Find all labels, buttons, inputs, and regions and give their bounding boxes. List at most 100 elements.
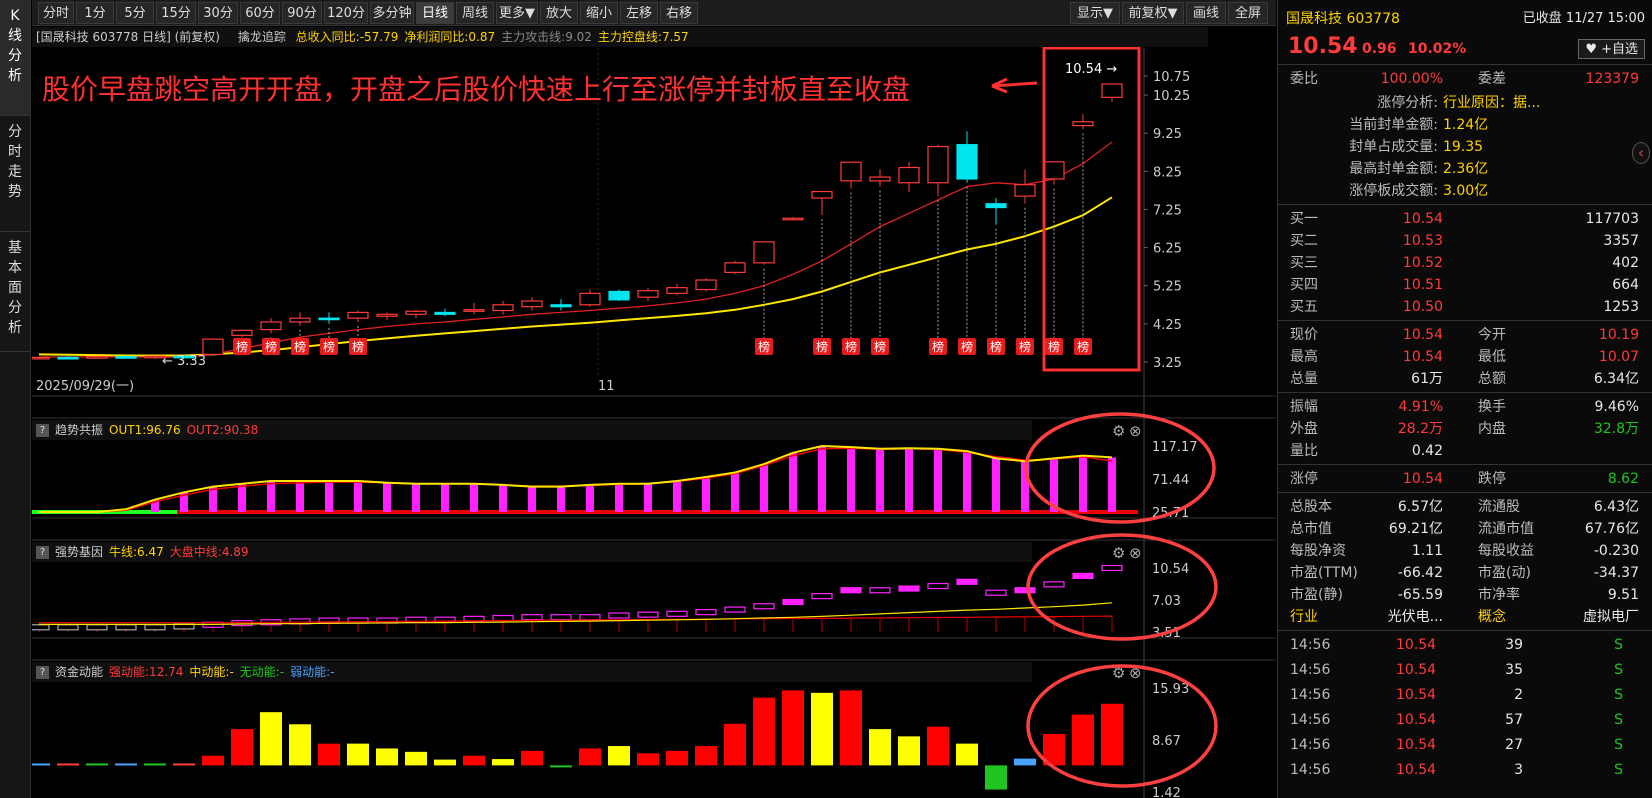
sub-panel-value: 牛线:6.47 — [109, 545, 164, 559]
toolbar-right-button-1[interactable]: 前复权▼ — [1122, 2, 1184, 24]
view-tab-char: 线 — [8, 28, 22, 44]
tick-volume: 35 — [1505, 662, 1523, 678]
sub-y-tick-label: 15.93 — [1152, 682, 1189, 697]
period-button-15[interactable]: 右移 — [660, 2, 698, 24]
gene-bar — [1101, 564, 1123, 572]
fundamental-row: 总市值 69.21亿 流通市值 67.76亿 — [1278, 518, 1652, 540]
add-watchlist-button[interactable]: ♥ +自选 — [1578, 39, 1645, 59]
period-button-13[interactable]: 缩小 — [580, 2, 618, 24]
toolbar-right-button-2[interactable]: 画线 — [1186, 2, 1226, 24]
quote-label: 内盘 — [1478, 421, 1506, 437]
tick-side: S — [1614, 712, 1623, 728]
view-tab-char: 析 — [8, 320, 22, 336]
gene-bar — [985, 589, 1007, 596]
bang-marker-label: 榜 — [932, 339, 944, 354]
annotation-text: 股价早盘跳空高开开盘，开盘之后股价快速上行至涨停并封板直至收盘 — [42, 73, 911, 106]
settings-gear-icon[interactable]: ⚙ — [1112, 422, 1125, 440]
y-tick-label: 4.25 — [1153, 318, 1182, 333]
candle[interactable] — [32, 356, 50, 360]
fundamental-label: 市盈(动) — [1478, 565, 1531, 581]
period-button-1[interactable]: 1分 — [76, 2, 114, 24]
period-button-11[interactable]: 更多▼ — [496, 2, 538, 24]
price-row: 10.54 0.96 10.02% ♥ +自选 — [1278, 36, 1652, 60]
quote-row: 总量 61万 总额 6.34亿 — [1278, 368, 1652, 390]
gene-bar — [57, 624, 79, 631]
y-tick-label: 7.25 — [1153, 203, 1182, 218]
bang-marker-label: 榜 — [874, 339, 886, 354]
trend-bar — [847, 447, 855, 512]
help-icon[interactable]: ? — [36, 666, 49, 679]
period-button-10[interactable]: 周线 — [456, 2, 494, 24]
period-button-4[interactable]: 30分 — [198, 2, 238, 24]
collapse-panel-icon[interactable]: ‹ — [1632, 142, 1650, 164]
bang-marker-label: 榜 — [816, 339, 828, 354]
weibi-value: 100.00% — [1380, 71, 1443, 87]
period-button-0[interactable]: 分时 — [38, 2, 74, 24]
tick-price: 10.54 — [1396, 712, 1437, 728]
limit-analysis-value: 2.36亿 — [1443, 161, 1489, 177]
limit-analysis-label: 涨停分析: — [1377, 95, 1438, 111]
quote-value: 10.07 — [1598, 349, 1639, 365]
tick-price: 10.54 — [1396, 687, 1437, 703]
toolbar-right-button-0[interactable]: 显示▼ — [1070, 2, 1120, 24]
candle[interactable] — [724, 260, 746, 275]
limit-price-row: 涨停 10.54 跌停 8.62 — [1278, 468, 1652, 490]
tick-price: 10.54 — [1396, 637, 1437, 653]
help-icon[interactable]: ? — [36, 546, 49, 559]
period-button-2[interactable]: 5分 — [116, 2, 154, 24]
candle[interactable] — [202, 338, 224, 356]
flow-bar — [405, 751, 427, 766]
period-button-3[interactable]: 15分 — [156, 2, 196, 24]
limit-analysis-value: 19.35 — [1443, 139, 1484, 155]
period-button-12[interactable]: 放大 — [540, 2, 578, 24]
limit-up-label: 涨停 — [1290, 471, 1318, 487]
x-label-date: 2025/09/29(一) — [36, 379, 134, 394]
bid-label: 买二 — [1290, 233, 1318, 249]
period-button-7[interactable]: 120分 — [324, 2, 368, 24]
tick-volume: 2 — [1514, 687, 1523, 703]
candle[interactable] — [753, 241, 775, 265]
toolbar-right-button-3[interactable]: 全屏 — [1228, 2, 1268, 24]
help-icon[interactable]: ? — [36, 424, 49, 437]
view-tab-2[interactable]: 分时走势 — [0, 116, 30, 232]
fundamental-value: -34.37 — [1593, 565, 1639, 581]
indicator-name: 擒龙追踪 — [237, 30, 286, 44]
candle[interactable] — [86, 356, 108, 359]
settings-gear-icon[interactable]: ⚙ — [1112, 544, 1125, 562]
sub-panel-title: ? 强势基因 牛线:6.47 大盘中线:4.89 — [32, 542, 1032, 562]
trade-tick-row: 14:56 10.54 3 S — [1278, 759, 1652, 781]
concept-value[interactable]: 虚拟电厂 — [1583, 606, 1639, 628]
tick-side: S — [1614, 637, 1623, 653]
bang-marker-label: 榜 — [1019, 339, 1031, 354]
quote-value: 28.2万 — [1397, 421, 1443, 437]
chart-area[interactable]: 10.75 10.25 9.25 8.25 7.25 6.25 5.25 4.25 3.25 20… — [32, 26, 1276, 798]
bid-price: 10.54 — [1402, 211, 1443, 227]
period-button-8[interactable]: 多分钟 — [370, 2, 414, 24]
view-tab-3[interactable]: 基本面分析 — [0, 232, 30, 352]
view-tab-char: 面 — [8, 280, 22, 296]
weicha-label: 委差 — [1478, 71, 1506, 87]
period-button-5[interactable]: 60分 — [240, 2, 280, 24]
industry-row: 行业 光伏电... 概念 虚拟电厂 — [1278, 606, 1652, 628]
period-button-9[interactable]: 日线 — [416, 2, 454, 24]
kline-chart-svg[interactable]: 10.75 10.25 9.25 8.25 7.25 6.25 5.25 4.25 3.25 20… — [32, 26, 1276, 798]
gene-bar — [637, 611, 659, 618]
bang-marker-label: 榜 — [323, 339, 335, 354]
quote-label: 换手 — [1478, 399, 1506, 415]
flow-bar — [550, 765, 572, 768]
bid-price: 10.52 — [1402, 255, 1443, 271]
limit-analysis-label: 封单占成交量: — [1349, 139, 1438, 155]
divider — [1278, 630, 1652, 631]
candle[interactable] — [695, 278, 717, 292]
flow-bar — [202, 755, 224, 766]
market-status: 已收盘 11/27 15:00 — [1522, 11, 1645, 26]
close-panel-icon[interactable]: ⊗ — [1129, 422, 1142, 440]
period-button-6[interactable]: 90分 — [282, 2, 322, 24]
quote-value: 10.54 — [1402, 349, 1443, 365]
limit-down-label: 跌停 — [1478, 471, 1506, 487]
close-panel-icon[interactable]: ⊗ — [1129, 544, 1142, 562]
industry-value[interactable]: 光伏电... — [1388, 606, 1443, 628]
candle[interactable] — [608, 289, 630, 301]
period-button-14[interactable]: 左移 — [620, 2, 658, 24]
view-tab-1[interactable]: K线分析 — [0, 0, 30, 116]
